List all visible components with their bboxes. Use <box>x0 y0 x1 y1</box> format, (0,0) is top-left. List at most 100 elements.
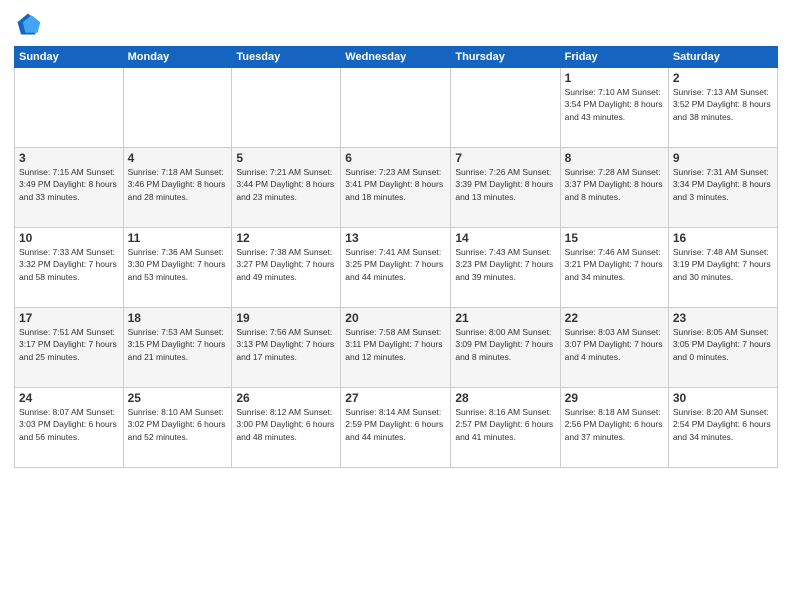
day-info: Sunrise: 7:28 AM Sunset: 3:37 PM Dayligh… <box>565 166 664 203</box>
calendar-cell: 28Sunrise: 8:16 AM Sunset: 2:57 PM Dayli… <box>451 388 560 468</box>
day-info: Sunrise: 7:23 AM Sunset: 3:41 PM Dayligh… <box>345 166 446 203</box>
calendar-week-row: 1Sunrise: 7:10 AM Sunset: 3:54 PM Daylig… <box>15 68 778 148</box>
day-info: Sunrise: 7:41 AM Sunset: 3:25 PM Dayligh… <box>345 246 446 283</box>
calendar-cell: 4Sunrise: 7:18 AM Sunset: 3:46 PM Daylig… <box>123 148 232 228</box>
day-info: Sunrise: 8:07 AM Sunset: 3:03 PM Dayligh… <box>19 406 119 443</box>
calendar-col-thursday: Thursday <box>451 47 560 68</box>
logo-icon <box>14 10 42 38</box>
calendar-cell <box>15 68 124 148</box>
calendar-cell: 13Sunrise: 7:41 AM Sunset: 3:25 PM Dayli… <box>341 228 451 308</box>
day-info: Sunrise: 7:21 AM Sunset: 3:44 PM Dayligh… <box>236 166 336 203</box>
page: SundayMondayTuesdayWednesdayThursdayFrid… <box>0 0 792 612</box>
day-number: 9 <box>673 151 773 165</box>
calendar-col-saturday: Saturday <box>668 47 777 68</box>
day-info: Sunrise: 7:18 AM Sunset: 3:46 PM Dayligh… <box>128 166 228 203</box>
day-number: 19 <box>236 311 336 325</box>
calendar-cell: 18Sunrise: 7:53 AM Sunset: 3:15 PM Dayli… <box>123 308 232 388</box>
calendar-cell: 5Sunrise: 7:21 AM Sunset: 3:44 PM Daylig… <box>232 148 341 228</box>
day-info: Sunrise: 7:53 AM Sunset: 3:15 PM Dayligh… <box>128 326 228 363</box>
day-info: Sunrise: 7:43 AM Sunset: 3:23 PM Dayligh… <box>455 246 555 283</box>
day-number: 8 <box>565 151 664 165</box>
day-number: 25 <box>128 391 228 405</box>
calendar-cell: 12Sunrise: 7:38 AM Sunset: 3:27 PM Dayli… <box>232 228 341 308</box>
header <box>14 10 778 38</box>
calendar-cell: 17Sunrise: 7:51 AM Sunset: 3:17 PM Dayli… <box>15 308 124 388</box>
calendar-cell: 15Sunrise: 7:46 AM Sunset: 3:21 PM Dayli… <box>560 228 668 308</box>
calendar-cell <box>341 68 451 148</box>
calendar-col-tuesday: Tuesday <box>232 47 341 68</box>
calendar-cell <box>232 68 341 148</box>
calendar-cell: 1Sunrise: 7:10 AM Sunset: 3:54 PM Daylig… <box>560 68 668 148</box>
calendar-cell: 9Sunrise: 7:31 AM Sunset: 3:34 PM Daylig… <box>668 148 777 228</box>
calendar-cell: 14Sunrise: 7:43 AM Sunset: 3:23 PM Dayli… <box>451 228 560 308</box>
day-number: 26 <box>236 391 336 405</box>
calendar-week-row: 3Sunrise: 7:15 AM Sunset: 3:49 PM Daylig… <box>15 148 778 228</box>
day-info: Sunrise: 7:15 AM Sunset: 3:49 PM Dayligh… <box>19 166 119 203</box>
calendar-cell: 19Sunrise: 7:56 AM Sunset: 3:13 PM Dayli… <box>232 308 341 388</box>
day-info: Sunrise: 8:05 AM Sunset: 3:05 PM Dayligh… <box>673 326 773 363</box>
day-info: Sunrise: 8:16 AM Sunset: 2:57 PM Dayligh… <box>455 406 555 443</box>
day-info: Sunrise: 8:14 AM Sunset: 2:59 PM Dayligh… <box>345 406 446 443</box>
calendar-col-sunday: Sunday <box>15 47 124 68</box>
day-number: 30 <box>673 391 773 405</box>
day-number: 3 <box>19 151 119 165</box>
day-number: 18 <box>128 311 228 325</box>
day-number: 16 <box>673 231 773 245</box>
day-number: 4 <box>128 151 228 165</box>
day-info: Sunrise: 7:26 AM Sunset: 3:39 PM Dayligh… <box>455 166 555 203</box>
day-number: 11 <box>128 231 228 245</box>
logo <box>14 10 46 38</box>
day-number: 12 <box>236 231 336 245</box>
day-number: 10 <box>19 231 119 245</box>
day-number: 24 <box>19 391 119 405</box>
calendar-cell <box>451 68 560 148</box>
calendar-cell: 23Sunrise: 8:05 AM Sunset: 3:05 PM Dayli… <box>668 308 777 388</box>
day-info: Sunrise: 7:33 AM Sunset: 3:32 PM Dayligh… <box>19 246 119 283</box>
day-number: 21 <box>455 311 555 325</box>
day-number: 1 <box>565 71 664 85</box>
calendar-week-row: 24Sunrise: 8:07 AM Sunset: 3:03 PM Dayli… <box>15 388 778 468</box>
calendar-week-row: 10Sunrise: 7:33 AM Sunset: 3:32 PM Dayli… <box>15 228 778 308</box>
calendar: SundayMondayTuesdayWednesdayThursdayFrid… <box>14 46 778 468</box>
calendar-cell: 8Sunrise: 7:28 AM Sunset: 3:37 PM Daylig… <box>560 148 668 228</box>
day-number: 13 <box>345 231 446 245</box>
day-info: Sunrise: 7:46 AM Sunset: 3:21 PM Dayligh… <box>565 246 664 283</box>
day-number: 2 <box>673 71 773 85</box>
day-info: Sunrise: 7:48 AM Sunset: 3:19 PM Dayligh… <box>673 246 773 283</box>
calendar-cell: 21Sunrise: 8:00 AM Sunset: 3:09 PM Dayli… <box>451 308 560 388</box>
day-info: Sunrise: 8:18 AM Sunset: 2:56 PM Dayligh… <box>565 406 664 443</box>
calendar-cell: 10Sunrise: 7:33 AM Sunset: 3:32 PM Dayli… <box>15 228 124 308</box>
day-number: 5 <box>236 151 336 165</box>
calendar-cell: 25Sunrise: 8:10 AM Sunset: 3:02 PM Dayli… <box>123 388 232 468</box>
day-number: 17 <box>19 311 119 325</box>
day-number: 22 <box>565 311 664 325</box>
calendar-col-wednesday: Wednesday <box>341 47 451 68</box>
calendar-cell: 3Sunrise: 7:15 AM Sunset: 3:49 PM Daylig… <box>15 148 124 228</box>
calendar-cell: 26Sunrise: 8:12 AM Sunset: 3:00 PM Dayli… <box>232 388 341 468</box>
calendar-cell: 7Sunrise: 7:26 AM Sunset: 3:39 PM Daylig… <box>451 148 560 228</box>
calendar-cell: 22Sunrise: 8:03 AM Sunset: 3:07 PM Dayli… <box>560 308 668 388</box>
calendar-col-friday: Friday <box>560 47 668 68</box>
day-info: Sunrise: 7:51 AM Sunset: 3:17 PM Dayligh… <box>19 326 119 363</box>
calendar-col-monday: Monday <box>123 47 232 68</box>
day-info: Sunrise: 7:31 AM Sunset: 3:34 PM Dayligh… <box>673 166 773 203</box>
calendar-cell: 29Sunrise: 8:18 AM Sunset: 2:56 PM Dayli… <box>560 388 668 468</box>
day-info: Sunrise: 8:12 AM Sunset: 3:00 PM Dayligh… <box>236 406 336 443</box>
day-number: 6 <box>345 151 446 165</box>
day-number: 29 <box>565 391 664 405</box>
day-info: Sunrise: 8:00 AM Sunset: 3:09 PM Dayligh… <box>455 326 555 363</box>
day-info: Sunrise: 7:13 AM Sunset: 3:52 PM Dayligh… <box>673 86 773 123</box>
day-number: 7 <box>455 151 555 165</box>
calendar-cell <box>123 68 232 148</box>
day-number: 20 <box>345 311 446 325</box>
calendar-header-row: SundayMondayTuesdayWednesdayThursdayFrid… <box>15 47 778 68</box>
day-number: 23 <box>673 311 773 325</box>
day-info: Sunrise: 8:20 AM Sunset: 2:54 PM Dayligh… <box>673 406 773 443</box>
day-info: Sunrise: 8:03 AM Sunset: 3:07 PM Dayligh… <box>565 326 664 363</box>
calendar-cell: 11Sunrise: 7:36 AM Sunset: 3:30 PM Dayli… <box>123 228 232 308</box>
day-info: Sunrise: 7:56 AM Sunset: 3:13 PM Dayligh… <box>236 326 336 363</box>
day-info: Sunrise: 7:38 AM Sunset: 3:27 PM Dayligh… <box>236 246 336 283</box>
day-info: Sunrise: 7:58 AM Sunset: 3:11 PM Dayligh… <box>345 326 446 363</box>
day-number: 14 <box>455 231 555 245</box>
day-info: Sunrise: 8:10 AM Sunset: 3:02 PM Dayligh… <box>128 406 228 443</box>
